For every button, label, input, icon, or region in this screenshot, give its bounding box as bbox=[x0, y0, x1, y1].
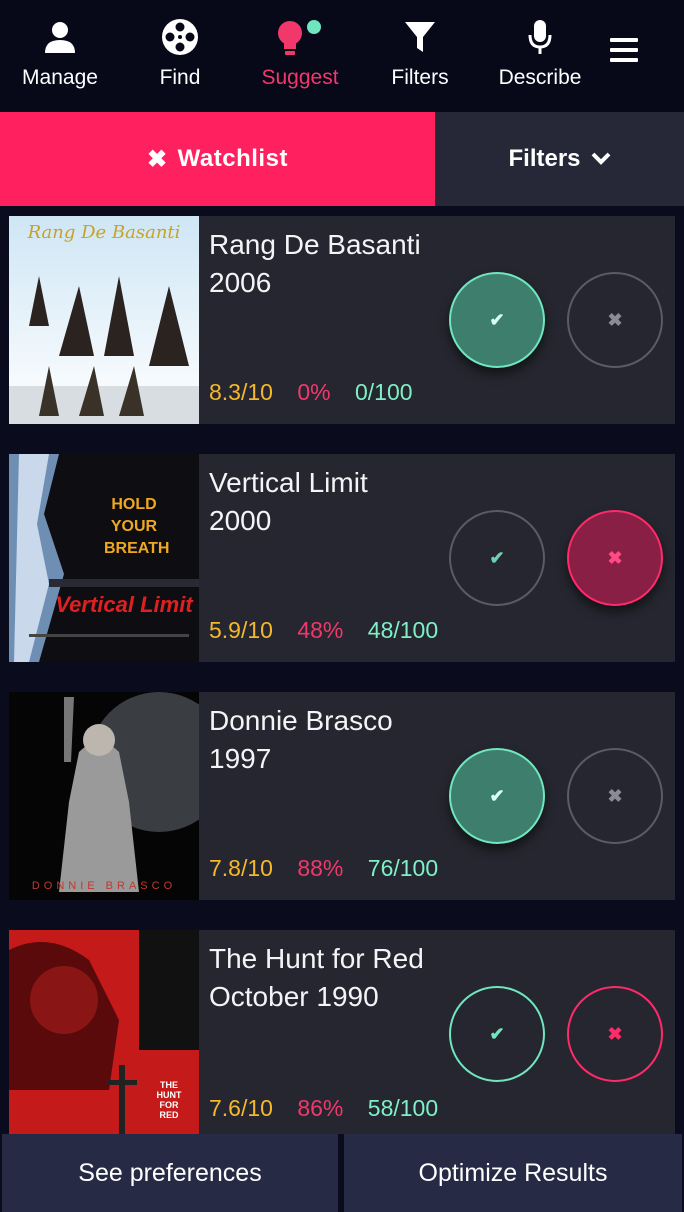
movie-title: Rang De Basanti 2006 bbox=[209, 229, 421, 298]
match-percent: 88% bbox=[297, 855, 344, 881]
close-icon: ✖ bbox=[607, 785, 623, 806]
poster-title: DONNIE BRASCO bbox=[31, 880, 177, 892]
accept-button[interactable]: ✔ bbox=[449, 510, 545, 606]
close-icon: ✖ bbox=[147, 145, 168, 173]
movie-title: Vertical Limit 2000 bbox=[209, 467, 368, 536]
movie-poster: Rang De Basanti bbox=[9, 216, 199, 424]
see-preferences-button[interactable]: See preferences bbox=[2, 1134, 338, 1212]
nav-find[interactable]: Find bbox=[120, 14, 240, 90]
close-icon: ✖ bbox=[607, 309, 623, 330]
accept-button[interactable]: ✔ bbox=[449, 748, 545, 844]
imdb-rating: 7.8/10 bbox=[209, 855, 273, 881]
match-percent: 0% bbox=[297, 379, 331, 405]
poster-title: Vertical Limit bbox=[55, 592, 193, 617]
movie-card[interactable]: THE HUNT FOR RED The Hunt for Red October… bbox=[9, 930, 675, 1134]
optimize-results-label: Optimize Results bbox=[418, 1158, 608, 1187]
nav-manage[interactable]: Manage bbox=[0, 14, 120, 90]
nav-label: Filters bbox=[391, 66, 449, 89]
accept-button[interactable]: ✔ bbox=[449, 272, 545, 368]
movie-title: The Hunt for Red October 1990 bbox=[209, 943, 424, 1012]
nav-label: Manage bbox=[22, 66, 98, 89]
nav-filters[interactable]: Filters bbox=[360, 14, 480, 90]
optimize-results-button[interactable]: Optimize Results bbox=[344, 1134, 682, 1212]
poster-title: Rang De Basanti bbox=[27, 222, 181, 243]
imdb-rating: 5.9/10 bbox=[209, 617, 273, 643]
meta-score: 76/100 bbox=[367, 855, 439, 881]
see-preferences-label: See preferences bbox=[78, 1158, 262, 1187]
poster-tagline: HOLD YOUR BREATH bbox=[104, 496, 170, 557]
watchlist-label: Watchlist bbox=[177, 145, 288, 172]
filters-label: Filters bbox=[508, 145, 581, 172]
hamburger-menu-icon[interactable] bbox=[610, 38, 638, 68]
watchlist-tab[interactable]: ✖ Watchlist bbox=[0, 112, 435, 206]
film-reel-icon bbox=[120, 14, 240, 60]
check-icon: ✔ bbox=[489, 309, 505, 330]
funnel-icon bbox=[360, 14, 480, 60]
meta-score: 58/100 bbox=[367, 1095, 439, 1121]
lightbulb-icon bbox=[240, 14, 360, 60]
user-icon bbox=[0, 14, 120, 60]
check-icon: ✔ bbox=[489, 1023, 505, 1044]
movie-card[interactable]: Rang De Basanti Rang De Basanti 2006 8.3/… bbox=[9, 216, 675, 424]
close-icon: ✖ bbox=[607, 1023, 623, 1044]
nav-describe[interactable]: Describe bbox=[480, 14, 600, 90]
top-nav: Manage Find Suggest Filters Describe bbox=[0, 0, 684, 112]
check-icon: ✔ bbox=[489, 547, 505, 568]
reject-button[interactable]: ✖ bbox=[567, 748, 663, 844]
close-icon: ✖ bbox=[607, 547, 623, 568]
movie-title: Donnie Brasco 1997 bbox=[209, 705, 393, 774]
match-percent: 48% bbox=[297, 617, 344, 643]
reject-button[interactable]: ✖ bbox=[567, 510, 663, 606]
match-percent: 86% bbox=[297, 1095, 344, 1121]
movie-poster: HOLD YOUR BREATH Vertical Limit bbox=[9, 454, 199, 662]
filters-dropdown[interactable]: Filters bbox=[435, 112, 684, 206]
movie-poster: THE HUNT FOR RED bbox=[9, 930, 199, 1134]
chevron-down-icon bbox=[591, 152, 611, 166]
nav-label: Describe bbox=[498, 66, 582, 89]
nav-suggest[interactable]: Suggest bbox=[240, 14, 360, 90]
movie-stats: 5.9/10 48% 48/100 bbox=[209, 617, 456, 644]
reject-button[interactable]: ✖ bbox=[567, 986, 663, 1082]
movie-stats: 8.3/10 0% 0/100 bbox=[209, 379, 431, 406]
microphone-icon bbox=[480, 14, 600, 60]
accept-button[interactable]: ✔ bbox=[449, 986, 545, 1082]
poster-title: THE HUNT FOR RED bbox=[156, 1080, 182, 1120]
movie-stats: 7.8/10 88% 76/100 bbox=[209, 855, 456, 882]
meta-score: 48/100 bbox=[367, 617, 439, 643]
movie-card[interactable]: HOLD YOUR BREATH Vertical Limit Vertical… bbox=[9, 454, 675, 662]
imdb-rating: 8.3/10 bbox=[209, 379, 273, 405]
meta-score: 0/100 bbox=[354, 379, 413, 405]
imdb-rating: 7.6/10 bbox=[209, 1095, 273, 1121]
movie-stats: 7.6/10 86% 58/100 bbox=[209, 1095, 456, 1122]
movie-card[interactable]: DONNIE BRASCO Donnie Brasco 1997 7.8/10 8… bbox=[9, 692, 675, 900]
movie-poster: DONNIE BRASCO bbox=[9, 692, 199, 900]
check-icon: ✔ bbox=[489, 785, 505, 806]
nav-label: Find bbox=[159, 66, 201, 89]
reject-button[interactable]: ✖ bbox=[567, 272, 663, 368]
nav-label: Suggest bbox=[261, 66, 339, 89]
